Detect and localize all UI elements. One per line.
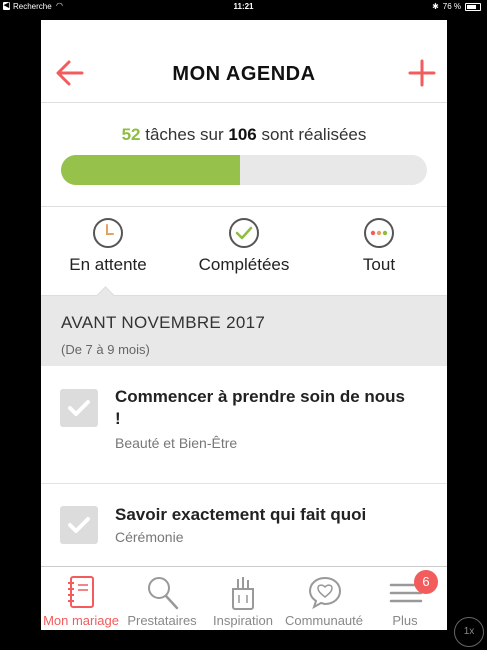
header: MON AGENDA [41, 20, 447, 103]
notebook-icon [68, 576, 94, 608]
tab-label: Inspiration [213, 613, 273, 628]
app-screen: MON AGENDA 52 tâches sur 106 sont réalis… [41, 20, 447, 630]
clock-icon [93, 218, 123, 248]
status-bar: ◀ Recherche ◠ 11:21 ✱ 76 % [0, 0, 487, 14]
status-time: 11:21 [233, 2, 254, 11]
filter-label: En attente [69, 255, 147, 274]
plus-icon [408, 59, 436, 87]
dots-circle-icon [364, 218, 394, 248]
section-header: AVANT NOVEMBRE 2017 (De 7 à 9 mois) [41, 296, 447, 366]
task-title: Commencer à prendre soin de nous ! [115, 387, 406, 428]
filter-label: Tout [362, 255, 396, 274]
heart-bubble-icon [308, 576, 342, 610]
filter-completees[interactable]: Complétées [184, 217, 304, 275]
filter-tout[interactable]: Tout [319, 217, 439, 275]
progress-bar-fill [61, 155, 241, 185]
battery-icon [465, 2, 481, 11]
search-icon [148, 577, 179, 610]
tab-label: Prestataires [127, 613, 197, 628]
progress-bar [61, 155, 427, 185]
battery-percent: 76 % [442, 2, 461, 11]
task-checkbox[interactable] [60, 506, 98, 544]
tab-plus[interactable]: 6 Plus [365, 567, 445, 630]
tab-communaute[interactable]: Communauté [284, 567, 364, 630]
tab-mon-mariage[interactable]: Mon mariage [41, 567, 121, 630]
progress-suffix-text: sont réalisées [256, 125, 367, 144]
filter-en-attente[interactable]: En attente [48, 217, 168, 275]
tab-prestataires[interactable]: Prestataires [122, 567, 202, 630]
progress-middle-text: tâches sur [140, 125, 229, 144]
task-item[interactable]: Commencer à prendre soin de nous ! Beaut… [41, 367, 447, 484]
tab-label: Mon mariage [43, 613, 119, 628]
page-title: MON AGENDA [172, 63, 316, 85]
task-category: Cérémonie [115, 529, 184, 545]
notification-badge: 6 [414, 570, 438, 594]
zoom-toggle-button[interactable]: 1x [454, 617, 484, 647]
progress-summary: 52 tâches sur 106 sont réalisées [41, 125, 447, 145]
section-title: AVANT NOVEMBRE 2017 [61, 313, 266, 332]
filter-tabs: En attente Complétées Tout [41, 207, 447, 296]
bluetooth-icon: ✱ [432, 2, 439, 11]
task-title: Savoir exactement qui fait quoi [115, 505, 367, 524]
check-icon [68, 517, 90, 533]
tools-jar-icon [232, 577, 254, 610]
add-task-button[interactable] [407, 58, 437, 88]
tab-bar: Mon mariage Prestataires Inspiration Com… [41, 566, 447, 630]
tasks-total-count: 106 [228, 125, 257, 144]
progress-section: 52 tâches sur 106 sont réalisées [41, 103, 447, 207]
check-circle-icon [229, 218, 259, 248]
task-item[interactable]: Savoir exactement qui fait quoi Cérémoni… [41, 484, 447, 567]
tab-label: Communauté [284, 613, 364, 628]
tab-inspiration[interactable]: Inspiration [203, 567, 283, 630]
task-checkbox[interactable] [60, 389, 98, 427]
task-category: Beauté et Bien-Être [115, 435, 238, 451]
tasks-done-count: 52 [121, 125, 141, 144]
check-icon [68, 400, 90, 416]
filter-label: Complétées [198, 255, 290, 274]
tab-label: Plus [392, 613, 418, 628]
section-subtitle: (De 7 à 9 mois) [61, 342, 150, 357]
